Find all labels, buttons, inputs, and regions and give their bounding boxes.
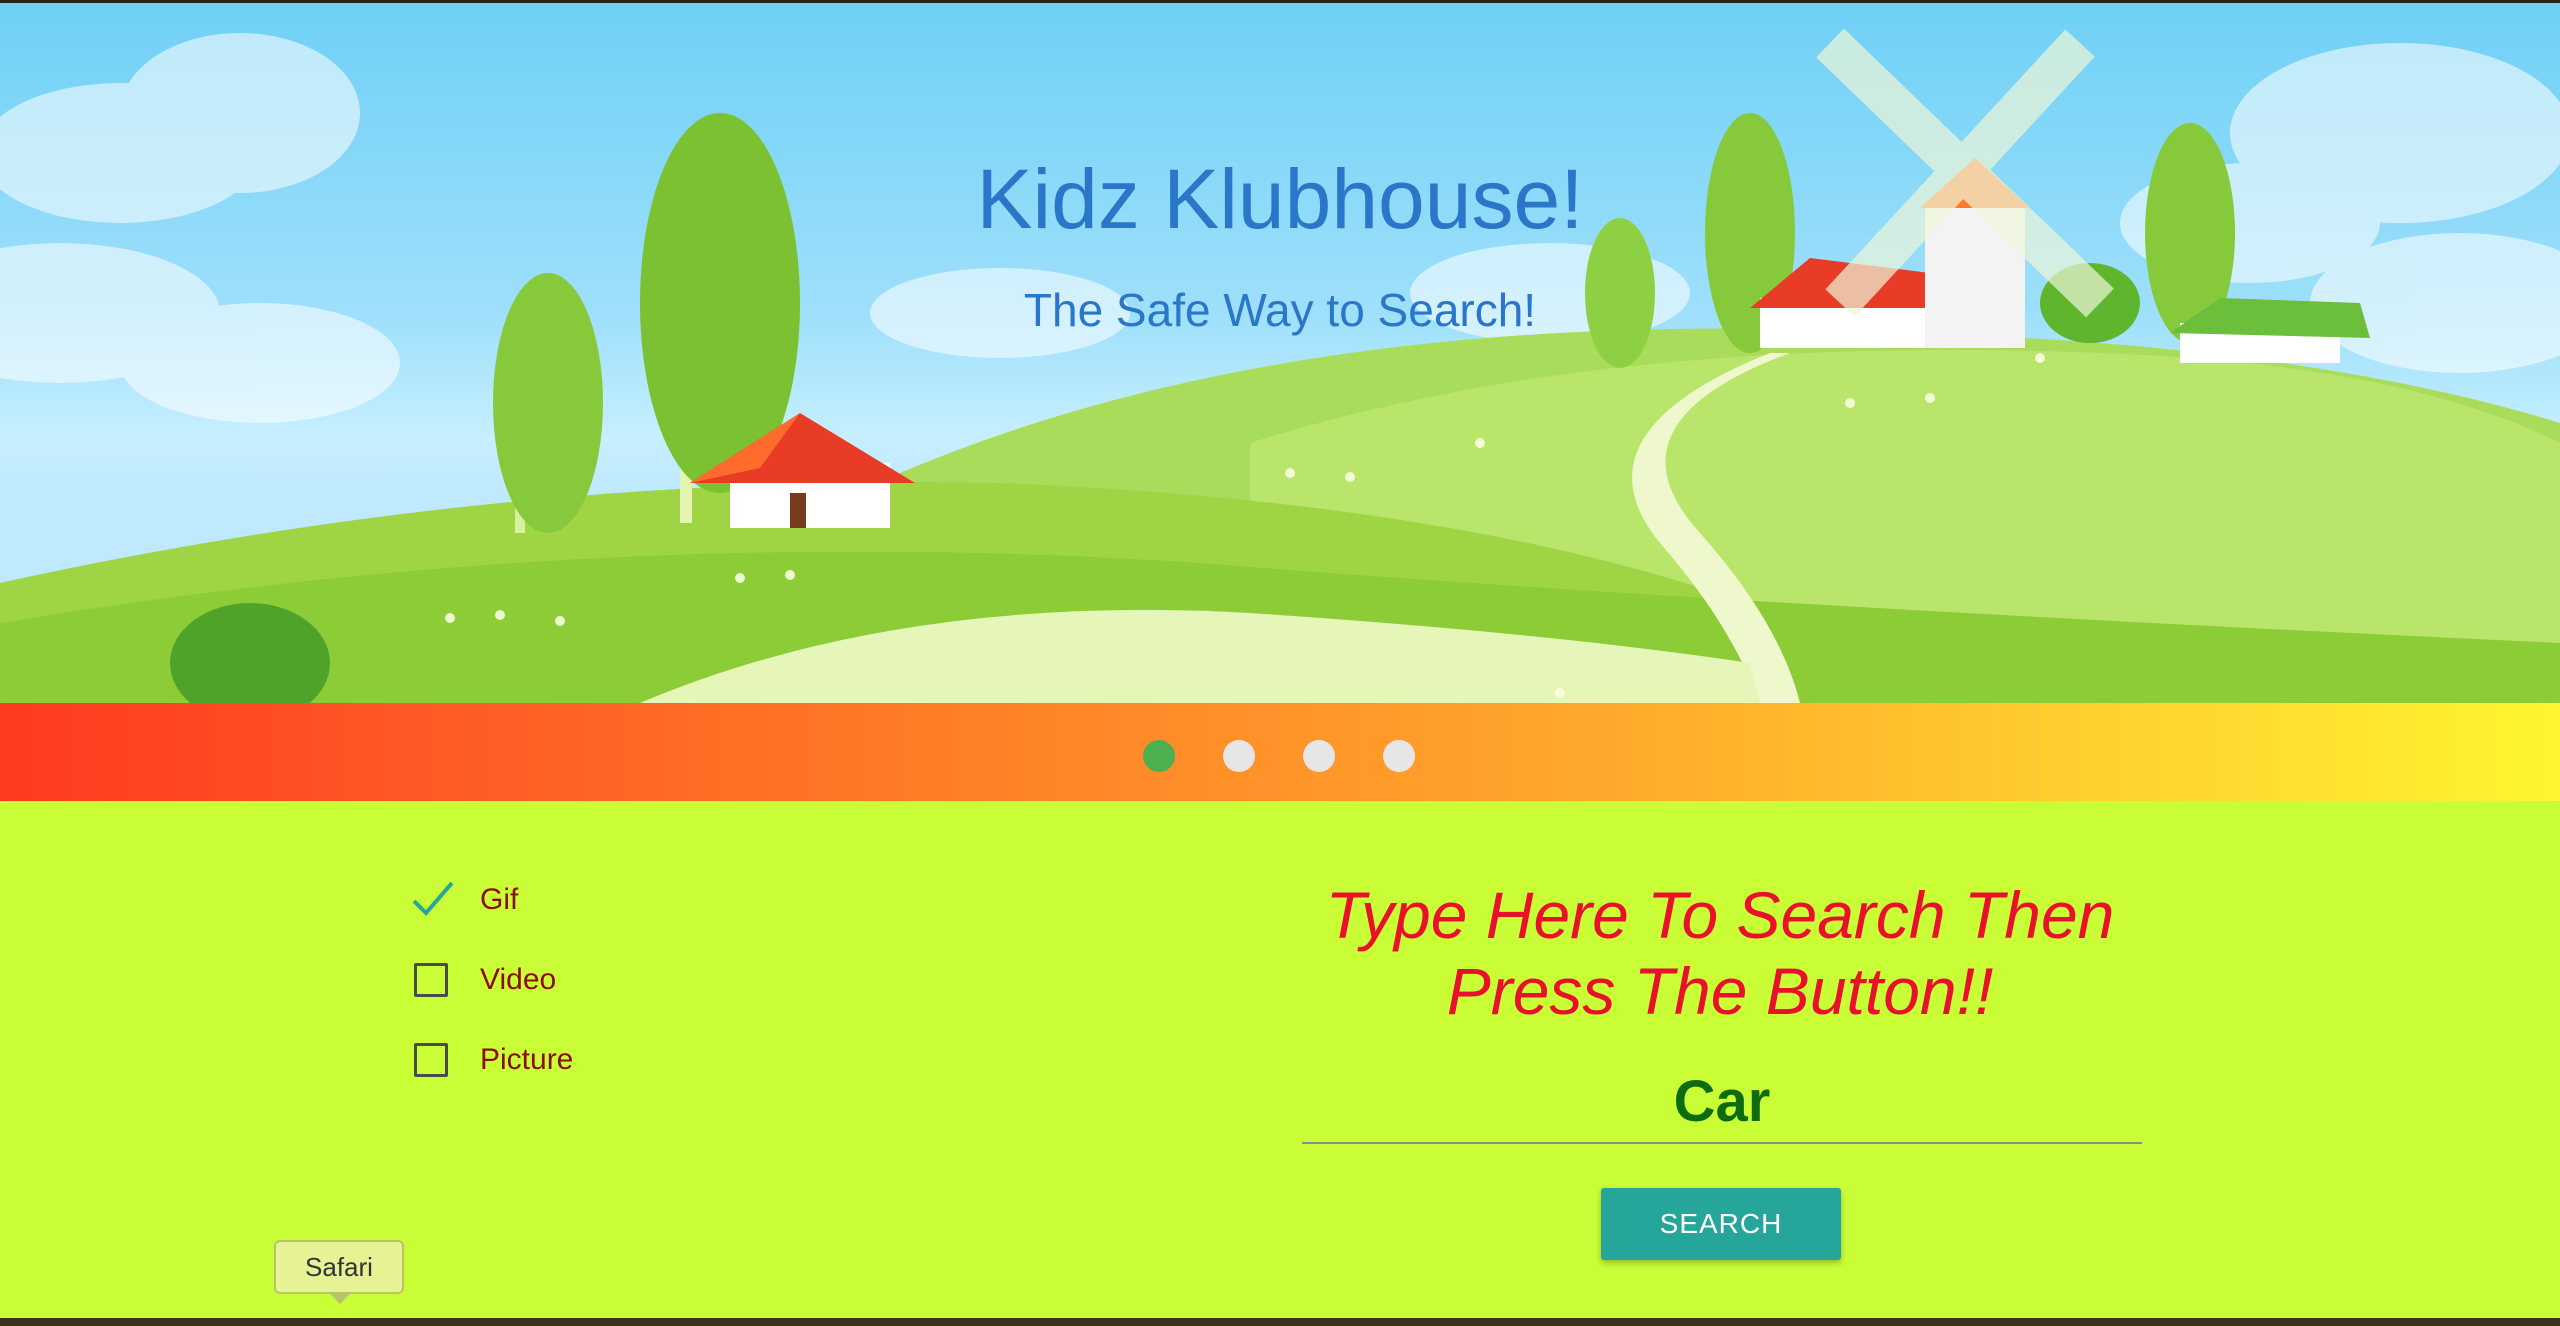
filter-label: Gif bbox=[480, 883, 519, 916]
carousel-dot-2[interactable] bbox=[1223, 740, 1255, 772]
site-title: Kidz Klubhouse! bbox=[976, 152, 1584, 246]
landscape-illustration bbox=[0, 28, 2560, 703]
search-instruction-heading: Type Here To Search Then Press The Butto… bbox=[1325, 878, 2115, 1028]
checkbox-icon[interactable] bbox=[414, 1043, 448, 1077]
hero-banner: Kidz Klubhouse! The Safe Way to Search! bbox=[0, 3, 2560, 703]
carousel-indicator-bar bbox=[0, 703, 2560, 801]
filter-option-video[interactable]: Video bbox=[414, 956, 556, 1004]
carousel-dot-3[interactable] bbox=[1303, 740, 1335, 772]
carousel-dot-4[interactable] bbox=[1383, 740, 1415, 772]
checkmark-icon[interactable] bbox=[412, 881, 454, 917]
search-input[interactable] bbox=[1302, 1060, 2142, 1144]
filter-option-picture[interactable]: Picture bbox=[414, 1036, 573, 1084]
filter-label: Video bbox=[480, 963, 557, 996]
dock-tooltip: Safari bbox=[274, 1240, 404, 1294]
search-button[interactable]: SEARCH bbox=[1601, 1188, 1841, 1260]
carousel-dot-1[interactable] bbox=[1143, 740, 1175, 772]
site-subtitle: The Safe Way to Search! bbox=[1023, 284, 1537, 336]
tooltip-pointer bbox=[328, 1292, 352, 1304]
filter-option-gif[interactable]: Gif bbox=[412, 876, 519, 924]
window-bottom-edge bbox=[0, 1318, 2560, 1326]
checkbox-icon[interactable] bbox=[414, 963, 448, 997]
filter-label: Picture bbox=[480, 1043, 574, 1076]
